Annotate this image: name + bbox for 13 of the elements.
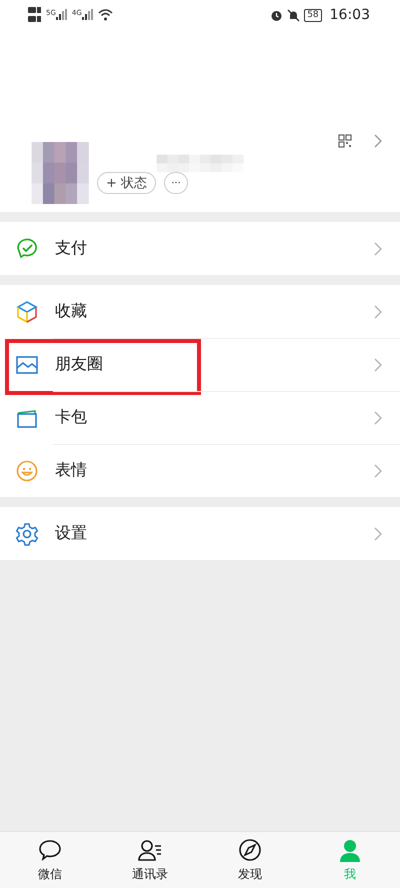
- menu-item[interactable]: 表情: [0, 444, 400, 497]
- menu-item[interactable]: 朋友圈: [0, 338, 400, 391]
- menu-item[interactable]: 卡包: [0, 391, 400, 444]
- tab[interactable]: 通讯录: [100, 832, 200, 888]
- tab[interactable]: 微信: [0, 832, 100, 888]
- battery-level: 58: [304, 8, 322, 22]
- status-time: 16:03: [330, 7, 370, 23]
- menu-item[interactable]: 设置: [0, 507, 400, 560]
- menu-item[interactable]: 收藏: [0, 285, 400, 338]
- tab[interactable]: 发现: [200, 832, 300, 888]
- menu-item[interactable]: 支付: [0, 222, 400, 275]
- status-button[interactable]: + 状态: [97, 172, 156, 194]
- more-button[interactable]: ···: [164, 172, 188, 194]
